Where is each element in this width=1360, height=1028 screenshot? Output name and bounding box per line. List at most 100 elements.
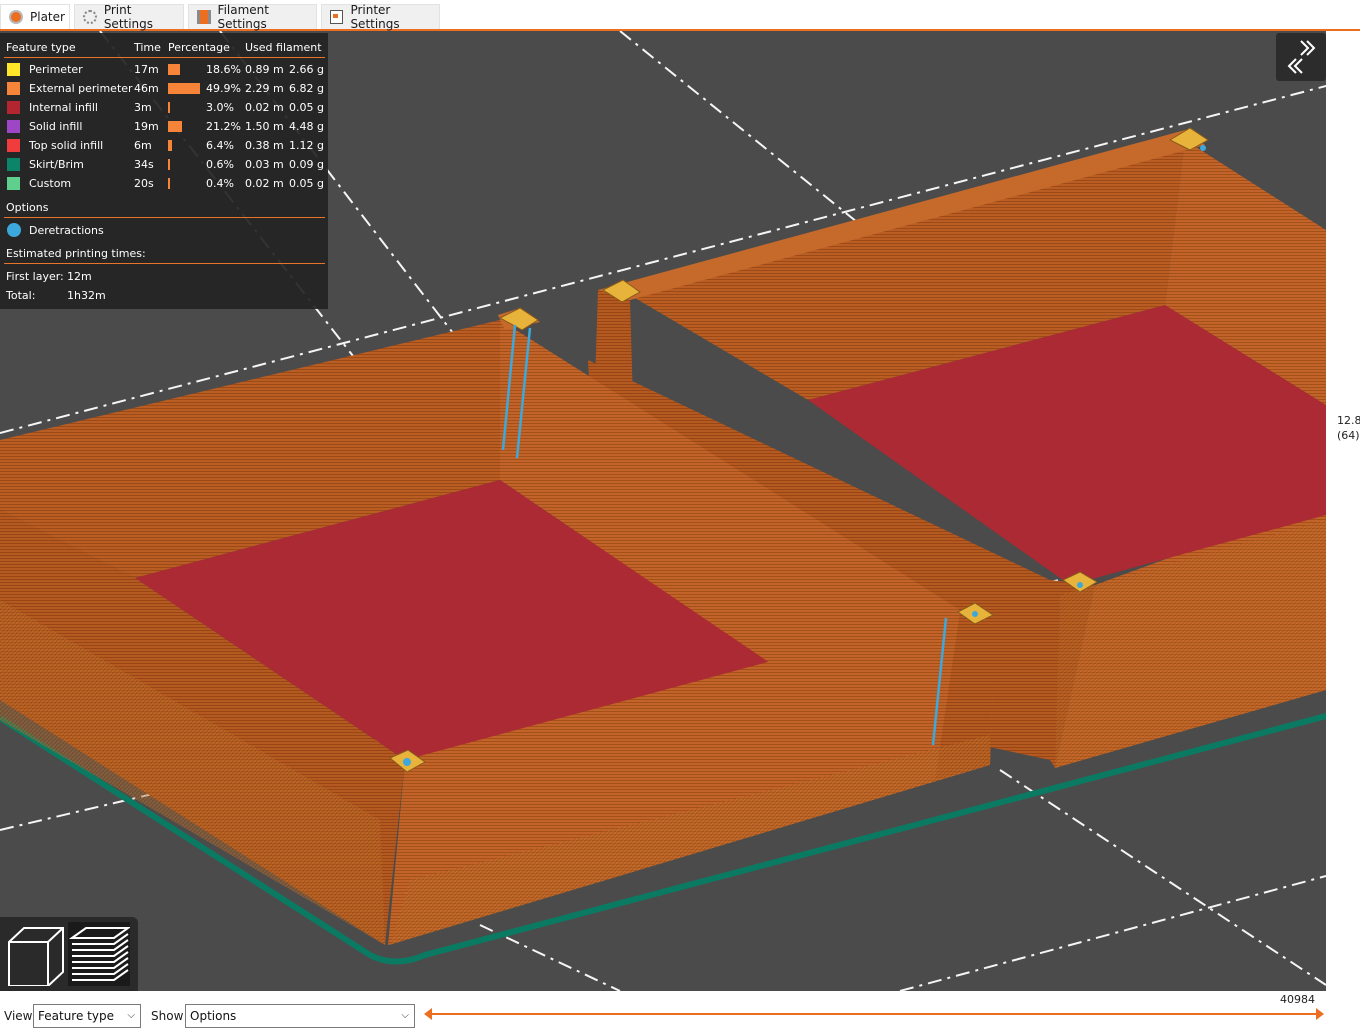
feature-weight: 4.48 g [289, 120, 324, 133]
legend-separator [4, 57, 325, 58]
total-label: Total: [6, 289, 36, 302]
feature-percentage: 49.9% [206, 82, 241, 95]
feature-color-swatch [7, 101, 20, 114]
feature-time: 19m [134, 120, 159, 133]
feature-percentage: 0.4% [206, 177, 234, 190]
feature-name: Custom [29, 177, 72, 190]
legend-row[interactable]: Solid infill 19m 21.2% 1.50 m 4.48 g [0, 117, 328, 136]
legend-separator [4, 217, 325, 218]
legend-header-time: Time [134, 41, 161, 54]
feature-length: 0.02 m [245, 177, 284, 190]
feature-percentage: 21.2% [206, 120, 241, 133]
chevron-down-icon: ⌵ [127, 1010, 135, 1021]
feature-length: 2.29 m [245, 82, 284, 95]
first-layer-value: 12m [67, 270, 92, 283]
feature-weight: 0.09 g [289, 158, 324, 171]
feature-percentage: 3.0% [206, 101, 234, 114]
legend-row[interactable]: Custom 20s 0.4% 0.02 m 0.05 g [0, 174, 328, 193]
feature-color-swatch [7, 82, 20, 95]
printer-icon [330, 10, 344, 24]
legend-header-used-filament: Used filament [245, 41, 322, 54]
layer-height-readout: 12.80 (64) [1337, 413, 1360, 443]
total-value: 1h32m [67, 289, 106, 302]
tab-label: Filament Settings [217, 3, 269, 31]
bottom-toolbar: View Feature type ⌵ Show Options ⌵ 40984 [0, 991, 1360, 1028]
legend-row[interactable]: Top solid infill 6m 6.4% 0.38 m 1.12 g [0, 136, 328, 155]
feature-color-swatch [7, 63, 20, 76]
legend-row[interactable]: Perimeter 17m 18.6% 0.89 m 2.66 g [0, 60, 328, 79]
feature-color-swatch [7, 120, 20, 133]
legend-header-percentage: Percentage [168, 41, 230, 54]
plater-icon [9, 10, 23, 24]
feature-name: Top solid infill [29, 139, 104, 152]
feature-time: 3m [134, 101, 152, 114]
options-title: Options [6, 201, 49, 214]
legend-panel: Feature type Time Percentage Used filame… [0, 33, 328, 309]
double-chevron-icon [1287, 40, 1316, 74]
feature-time: 20s [134, 177, 154, 190]
feature-color-swatch [7, 139, 20, 152]
feature-length: 0.02 m [245, 101, 284, 114]
tab-filament-settings[interactable]: Filament Settings [188, 3, 317, 31]
slider-left-thumb[interactable] [424, 1008, 432, 1020]
legend-row[interactable]: Internal infill 3m 3.0% 0.02 m 0.05 g [0, 98, 328, 117]
view-type-select[interactable]: Feature type ⌵ [33, 1004, 141, 1028]
tab-bar: Plater Print Settings Filament Settings … [0, 0, 1360, 31]
percentage-bar [168, 83, 200, 94]
layer-height-value: 12.80 [1337, 414, 1360, 427]
feature-percentage: 6.4% [206, 139, 234, 152]
3d-view-button[interactable] [3, 922, 65, 987]
deretractions-swatch [7, 223, 21, 237]
tab-label: Print Settings [103, 3, 154, 31]
legend-separator [4, 263, 325, 264]
feature-weight: 0.05 g [289, 177, 324, 190]
deretractions-label[interactable]: Deretractions [29, 224, 104, 237]
slider-right-thumb[interactable] [1316, 1008, 1324, 1020]
percentage-bar [168, 102, 170, 113]
layers-view-button[interactable] [68, 922, 132, 986]
print-settings-icon [83, 10, 97, 24]
show-label: Show [151, 1009, 184, 1023]
percentage-bar [168, 178, 170, 189]
feature-length: 0.89 m [245, 63, 284, 76]
feature-name: External perimeter [29, 82, 133, 95]
layers-icon [68, 927, 132, 981]
percentage-bar [168, 140, 172, 151]
first-layer-label: First layer: [6, 270, 64, 283]
tab-label: Plater [30, 10, 65, 24]
feature-weight: 0.05 g [289, 101, 324, 114]
percentage-bar [168, 64, 180, 75]
feature-weight: 1.12 g [289, 139, 324, 152]
feature-weight: 6.82 g [289, 82, 324, 95]
feature-color-swatch [7, 158, 20, 171]
legend-row[interactable]: External perimeter 46m 49.9% 2.29 m 6.82 g [0, 79, 328, 98]
vertical-slider-area[interactable] [1326, 31, 1360, 991]
show-options-value: Options [190, 1009, 237, 1023]
feature-percentage: 0.6% [206, 158, 234, 171]
feature-name: Perimeter [29, 63, 83, 76]
legend-row[interactable]: Skirt/Brim 34s 0.6% 0.03 m 0.09 g [0, 155, 328, 174]
feature-color-swatch [7, 177, 20, 190]
feature-percentage: 18.6% [206, 63, 241, 76]
tab-print-settings[interactable]: Print Settings [74, 3, 184, 31]
collapse-sidebar-button[interactable] [1276, 33, 1326, 81]
tab-plater[interactable]: Plater [0, 4, 70, 29]
feature-name: Internal infill [29, 101, 98, 114]
legend-header-feature-type: Feature type [6, 41, 76, 54]
filament-icon [197, 10, 211, 24]
horizontal-move-slider[interactable] [424, 1005, 1324, 1023]
feature-time: 6m [134, 139, 152, 152]
show-options-select[interactable]: Options ⌵ [185, 1004, 415, 1028]
feature-time: 34s [134, 158, 154, 171]
feature-length: 1.50 m [245, 120, 284, 133]
feature-time: 17m [134, 63, 159, 76]
view-label: View [4, 1009, 33, 1023]
tab-printer-settings[interactable]: Printer Settings [321, 3, 440, 31]
cube-icon [8, 927, 64, 987]
feature-weight: 2.66 g [289, 63, 324, 76]
feature-time: 46m [134, 82, 159, 95]
layer-number-value: (64) [1337, 429, 1360, 442]
percentage-bar [168, 121, 182, 132]
estimated-times-title: Estimated printing times: [6, 247, 146, 260]
feature-name: Skirt/Brim [29, 158, 84, 171]
